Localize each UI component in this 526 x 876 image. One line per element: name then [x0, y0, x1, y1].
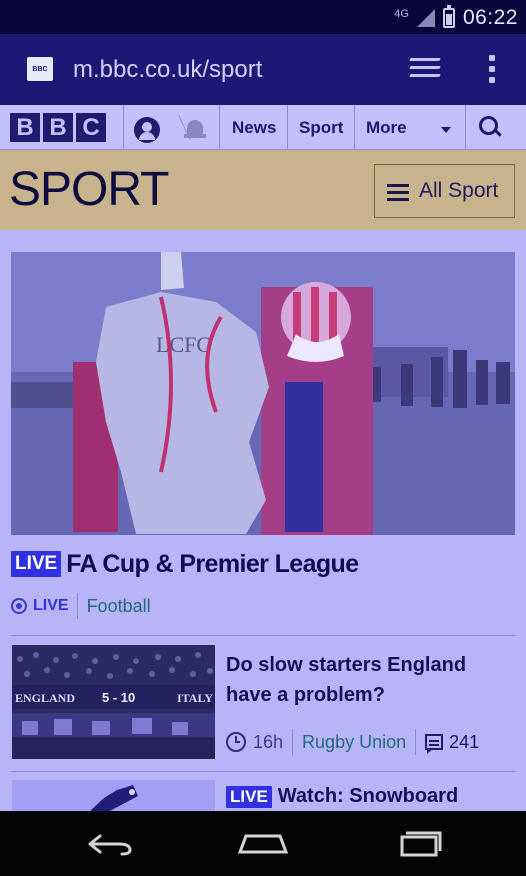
site-favicon-icon: BBC [27, 57, 53, 81]
story2-title-text[interactable]: Watch: Snowboard [278, 785, 458, 808]
bbc-logo[interactable]: B B C [10, 113, 106, 142]
logo-letter: C [76, 113, 106, 142]
clock-time: 06:22 [462, 6, 518, 29]
nav-divider [354, 105, 355, 150]
story2-photo [12, 780, 215, 811]
score-team-left: ENGLAND [15, 691, 75, 705]
category-link-rugby-union[interactable]: Rugby Union [302, 732, 406, 753]
nav-link-more[interactable]: More [366, 105, 407, 150]
live-icon [11, 598, 27, 614]
url-field[interactable]: m.bbc.co.uk/sport [73, 56, 262, 84]
score: 5 - 10 [102, 690, 135, 705]
battery-icon [442, 5, 455, 28]
story2-title[interactable]: LIVE Watch: Snowboard [226, 785, 458, 808]
hero-headline-text[interactable]: FA Cup & Premier League [66, 548, 359, 580]
clock-icon [226, 732, 246, 752]
hero-photo: LCFC [11, 252, 515, 535]
account-icon[interactable] [134, 117, 160, 143]
category-link-football[interactable]: Football [87, 596, 151, 617]
section-divider [11, 771, 515, 772]
search-icon[interactable] [479, 116, 501, 138]
network-type: 4G [394, 7, 409, 20]
notifications-bell-icon[interactable] [184, 120, 206, 140]
comments-count[interactable]: 241 [449, 732, 479, 753]
chevron-down-icon[interactable] [441, 127, 451, 133]
hero-meta: LIVE Football [11, 593, 151, 619]
meta-divider [76, 593, 78, 619]
time-ago: 16h [253, 731, 284, 752]
hero-headline[interactable]: LIVE FA Cup & Premier League [11, 548, 359, 580]
story-title[interactable]: Do slow starters England have a problem? [226, 650, 506, 710]
all-sport-label: All Sport [419, 179, 499, 202]
recent-apps-icon[interactable] [394, 829, 442, 859]
nav-divider [219, 105, 220, 150]
live-badge: LIVE [226, 785, 272, 808]
story-thumbnail[interactable] [12, 780, 215, 811]
overflow-menu-icon[interactable] [489, 55, 497, 85]
tabs-icon[interactable] [409, 58, 444, 82]
nav-divider [123, 105, 124, 150]
hero-photo-trophy-text: LCFC [156, 332, 211, 357]
nav-link-news[interactable]: News [232, 105, 276, 150]
story-meta: 16h Rugby Union 241 [226, 728, 479, 756]
hero-image[interactable]: LCFC [11, 252, 515, 535]
section-divider [11, 635, 515, 636]
meta-divider [292, 729, 294, 755]
page-title[interactable]: SPORT [9, 162, 169, 218]
nav-divider [465, 105, 466, 150]
home-icon[interactable] [237, 830, 289, 856]
browser-toolbar: BBC m.bbc.co.uk/sport [0, 34, 526, 105]
logo-letter: B [43, 113, 73, 142]
live-label: LIVE [33, 597, 69, 614]
logo-letter: B [10, 113, 40, 142]
story-thumbnail[interactable]: ENGLAND 5 - 10 ITALY [12, 645, 215, 759]
status-icons: 4G 06:22 [394, 5, 518, 30]
hamburger-icon [387, 184, 409, 201]
story-photo: ENGLAND 5 - 10 ITALY [12, 645, 215, 759]
sport-header: SPORT All Sport [0, 150, 526, 230]
live-badge: LIVE [11, 551, 62, 577]
signal-icon [416, 9, 435, 27]
all-sport-button[interactable]: All Sport [374, 164, 515, 218]
nav-divider [287, 105, 288, 150]
back-icon[interactable] [88, 832, 132, 856]
nav-link-sport[interactable]: Sport [299, 105, 343, 150]
meta-divider [415, 729, 417, 755]
score-team-right: ITALY [177, 691, 213, 705]
android-navigation-bar [0, 811, 526, 876]
bbc-global-nav: B B C News Sport More [0, 105, 526, 150]
status-bar: 4G 06:22 [0, 0, 526, 34]
comments-icon[interactable] [425, 734, 444, 754]
